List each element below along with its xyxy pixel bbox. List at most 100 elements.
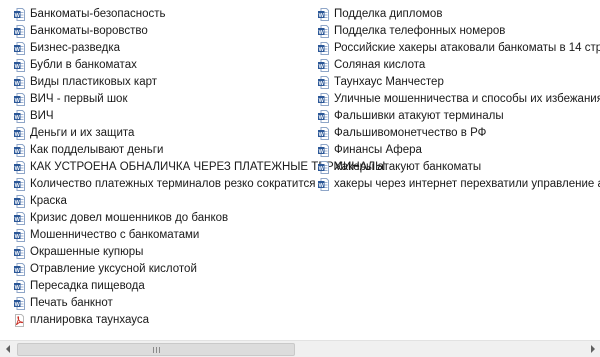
word-doc-icon: W	[318, 161, 329, 174]
svg-text:W: W	[319, 47, 325, 53]
svg-text:W: W	[319, 115, 325, 121]
word-doc-icon: W	[14, 127, 25, 140]
file-name: ВИЧ - первый шок	[30, 93, 128, 105]
word-doc-icon: W	[14, 161, 25, 174]
file-item[interactable]: Wхакеры через интернет перехватили управ…	[318, 176, 600, 193]
file-name: Краска	[30, 195, 67, 207]
file-name: Фальшивки атакуют терминалы	[334, 110, 504, 122]
file-item[interactable]: W ВИЧ - первый шок	[14, 91, 314, 108]
file-item[interactable]: W Виды пластиковых карт	[14, 74, 314, 91]
file-item[interactable]: W Кризис довел мошенников до банков	[14, 210, 314, 227]
word-doc-icon: W	[14, 195, 25, 208]
file-name: Банкоматы-воровство	[30, 25, 148, 37]
file-item[interactable]: W Финансы Афера	[318, 142, 600, 159]
file-column-2: W Подделка дипломов W Подделка телефонных н…	[318, 6, 600, 193]
file-name: Печать банкнот	[30, 297, 113, 309]
svg-text:W: W	[15, 115, 21, 121]
svg-text:W: W	[15, 251, 21, 257]
file-name: Бизнес-разведка	[30, 42, 121, 54]
word-doc-icon: W	[14, 280, 25, 293]
file-item[interactable]: W КАК УСТРОЕНА ОБНАЛИЧКА ЧЕРЕЗ ПЛАТЕЖНЫЕ …	[14, 159, 385, 176]
word-doc-icon: W	[14, 93, 25, 106]
file-name: Финансы Афера	[334, 144, 422, 156]
file-item[interactable]: W Уличные мошенничества и способы их избе…	[318, 91, 600, 108]
svg-text:W: W	[15, 166, 21, 172]
file-name: Подделка дипломов	[334, 8, 443, 20]
file-name: Фальшивомонетчество в РФ	[334, 127, 487, 139]
file-name: Соляная кислота	[334, 59, 426, 71]
file-item[interactable]: W Окрашенные купюры	[14, 244, 314, 261]
file-item[interactable]: планировка таунхауса	[14, 312, 314, 329]
word-doc-icon: W	[14, 110, 25, 123]
horizontal-scrollbar[interactable]	[0, 340, 600, 357]
scrollbar-thumb[interactable]	[17, 343, 295, 356]
word-doc-icon: W	[14, 144, 25, 157]
svg-text:W: W	[319, 30, 325, 36]
file-name: планировка таунхауса	[30, 314, 150, 326]
file-item[interactable]: W Печать банкнот	[14, 295, 314, 312]
svg-text:W: W	[319, 13, 325, 19]
file-item[interactable]: W Хакеры атакуют банкоматы	[318, 159, 600, 176]
file-column-1: W Банкоматы-безопасность W Банкоматы-воровс…	[14, 6, 385, 329]
file-name: Хакеры атакуют банкоматы	[334, 161, 482, 173]
svg-text:W: W	[15, 81, 21, 87]
file-item[interactable]: W Количество платежных терминалов резко с…	[14, 176, 316, 193]
file-name: Пересадка пищевода	[30, 280, 145, 292]
chevron-right-icon	[590, 345, 595, 353]
word-doc-icon: W	[14, 8, 25, 21]
file-item[interactable]: W Фальшивомонетчество в РФ	[318, 125, 600, 142]
chevron-left-icon	[5, 345, 10, 353]
file-name: Мошенничество с банкоматами	[30, 229, 200, 241]
word-doc-icon: W	[318, 25, 329, 38]
file-name: хакеры через интернет перехватили управл…	[334, 178, 600, 190]
file-item[interactable]: W Фальшивки атакуют терминалы	[318, 108, 600, 125]
svg-text:W: W	[15, 132, 21, 138]
svg-text:W: W	[15, 13, 21, 19]
word-doc-icon: W	[14, 59, 25, 72]
word-doc-icon: W	[14, 178, 25, 191]
word-doc-icon: W	[318, 59, 329, 72]
scroll-left-arrow[interactable]	[0, 341, 16, 357]
file-item[interactable]: W Подделка телефонных номеров	[318, 23, 600, 40]
svg-text:W: W	[15, 268, 21, 274]
file-item[interactable]: W Как подделывают деньги	[14, 142, 314, 159]
file-item[interactable]: W Российские хакеры атаковали банкоматы в…	[318, 40, 600, 57]
file-item[interactable]: W Таунхаус Манчестер	[318, 74, 600, 91]
svg-text:W: W	[319, 183, 325, 189]
file-item[interactable]: W ВИЧ	[14, 108, 314, 125]
svg-text:W: W	[15, 30, 21, 36]
file-list-view: W Банкоматы-безопасность W Банкоматы-воровс…	[0, 0, 600, 357]
file-item[interactable]: W Отравление уксусной кислотой	[14, 261, 314, 278]
word-doc-icon: W	[14, 297, 25, 310]
file-item[interactable]: W Подделка дипломов	[318, 6, 600, 23]
file-name: Банкоматы-безопасность	[30, 8, 166, 20]
file-item[interactable]: W Пересадка пищевода	[14, 278, 314, 295]
file-name: Количество платежных терминалов резко со…	[30, 178, 316, 190]
word-doc-icon: W	[14, 25, 25, 38]
file-item[interactable]: W Деньги и их защита	[14, 125, 314, 142]
file-name: Виды пластиковых карт	[30, 76, 158, 88]
file-item[interactable]: W Соляная кислота	[318, 57, 600, 74]
scroll-right-arrow[interactable]	[584, 341, 600, 357]
svg-text:W: W	[15, 200, 21, 206]
pdf-doc-icon	[14, 314, 25, 327]
file-name: Деньги и их защита	[30, 127, 135, 139]
file-name: Как подделывают деньги	[30, 144, 164, 156]
svg-text:W: W	[15, 98, 21, 104]
file-item[interactable]: W Краска	[14, 193, 314, 210]
svg-text:W: W	[319, 81, 325, 87]
file-name: Уличные мошенничества и способы их избеж…	[334, 93, 600, 105]
word-doc-icon: W	[318, 93, 329, 106]
word-doc-icon: W	[318, 110, 329, 123]
file-name: Отравление уксусной кислотой	[30, 263, 197, 275]
word-doc-icon: W	[14, 76, 25, 89]
file-item[interactable]: W Мошенничество с банкоматами	[14, 227, 314, 244]
word-doc-icon: W	[14, 212, 25, 225]
file-item[interactable]: W Банкоматы-воровство	[14, 23, 314, 40]
file-item[interactable]: W Банкоматы-безопасность	[14, 6, 314, 23]
file-item[interactable]: W Бизнес-разведка	[14, 40, 314, 57]
file-item[interactable]: W Бубли в банкоматах	[14, 57, 314, 74]
word-doc-icon: W	[318, 8, 329, 21]
word-doc-icon: W	[14, 229, 25, 242]
svg-text:W: W	[319, 149, 325, 155]
